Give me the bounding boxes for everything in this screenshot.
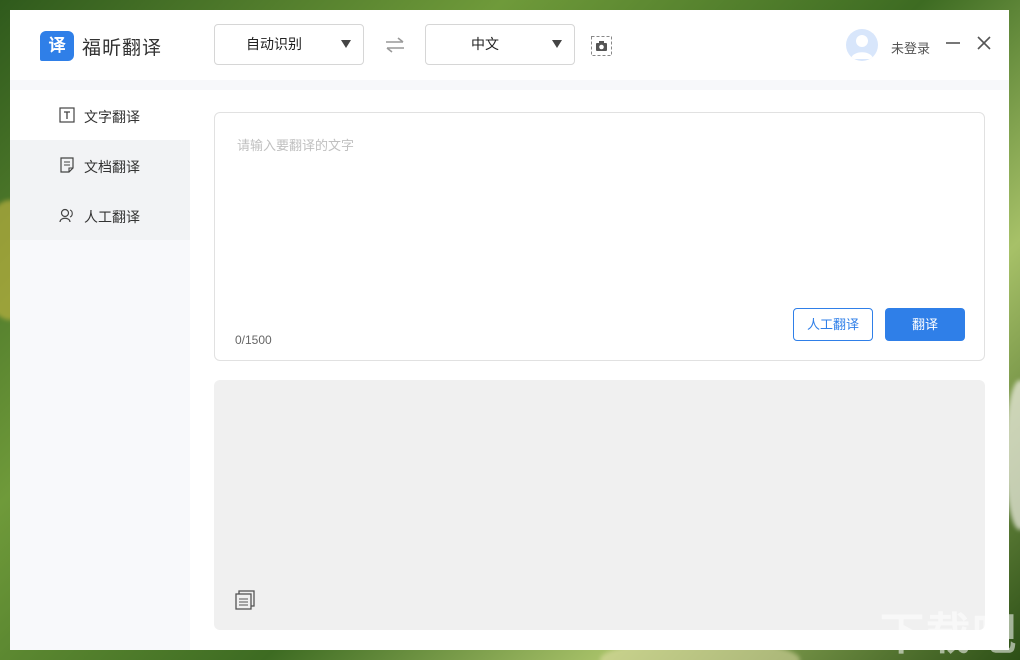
header-bar: 译 福昕翻译 自动识别 中文 未登录	[10, 10, 1009, 80]
target-language-value: 中文	[471, 36, 499, 52]
target-language-select[interactable]: 中文	[425, 24, 575, 65]
minimize-icon[interactable]	[944, 34, 962, 52]
document-icon	[60, 157, 74, 173]
logo-badge-icon: 译	[40, 31, 74, 61]
source-language-select[interactable]: 自动识别	[214, 24, 364, 65]
chevron-down-icon	[341, 40, 351, 48]
header-divider	[10, 80, 1009, 90]
app-window: 译 福昕翻译 自动识别 中文 未登录 文字翻译 文档翻译 人工翻译 请输入要翻译…	[10, 10, 1009, 650]
source-text-panel: 0/1500 人工翻译 翻译	[214, 112, 985, 361]
human-translate-button[interactable]: 人工翻译	[793, 308, 873, 341]
text-icon	[59, 107, 75, 123]
chevron-down-icon	[552, 40, 562, 48]
sidebar-item-label: 人工翻译	[84, 209, 140, 225]
user-avatar-icon[interactable]	[846, 29, 878, 61]
sidebar-item-document-translate[interactable]: 文档翻译	[10, 140, 190, 190]
source-language-value: 自动识别	[246, 36, 302, 52]
source-text-input[interactable]	[237, 135, 957, 285]
close-icon[interactable]	[975, 34, 993, 52]
translation-output-panel	[214, 380, 985, 630]
human-translate-icon	[59, 208, 73, 223]
app-logo: 译 福昕翻译	[40, 31, 162, 61]
sidebar-item-label: 文字翻译	[84, 109, 140, 125]
copy-icon[interactable]	[235, 589, 256, 610]
app-title: 福昕翻译	[82, 37, 163, 59]
character-count: 0/1500	[235, 333, 272, 347]
login-status[interactable]: 未登录	[891, 38, 930, 57]
watermark-logo: 下载吧	[880, 610, 1018, 659]
camera-icon[interactable]	[591, 36, 612, 56]
sidebar-item-label: 文档翻译	[84, 159, 140, 175]
sidebar-item-human-translate[interactable]: 人工翻译	[10, 190, 190, 240]
translate-button[interactable]: 翻译	[885, 308, 965, 341]
sidebar: 文字翻译 文档翻译 人工翻译	[10, 90, 190, 650]
sidebar-item-text-translate[interactable]: 文字翻译	[10, 90, 190, 140]
swap-icon[interactable]	[383, 36, 407, 54]
